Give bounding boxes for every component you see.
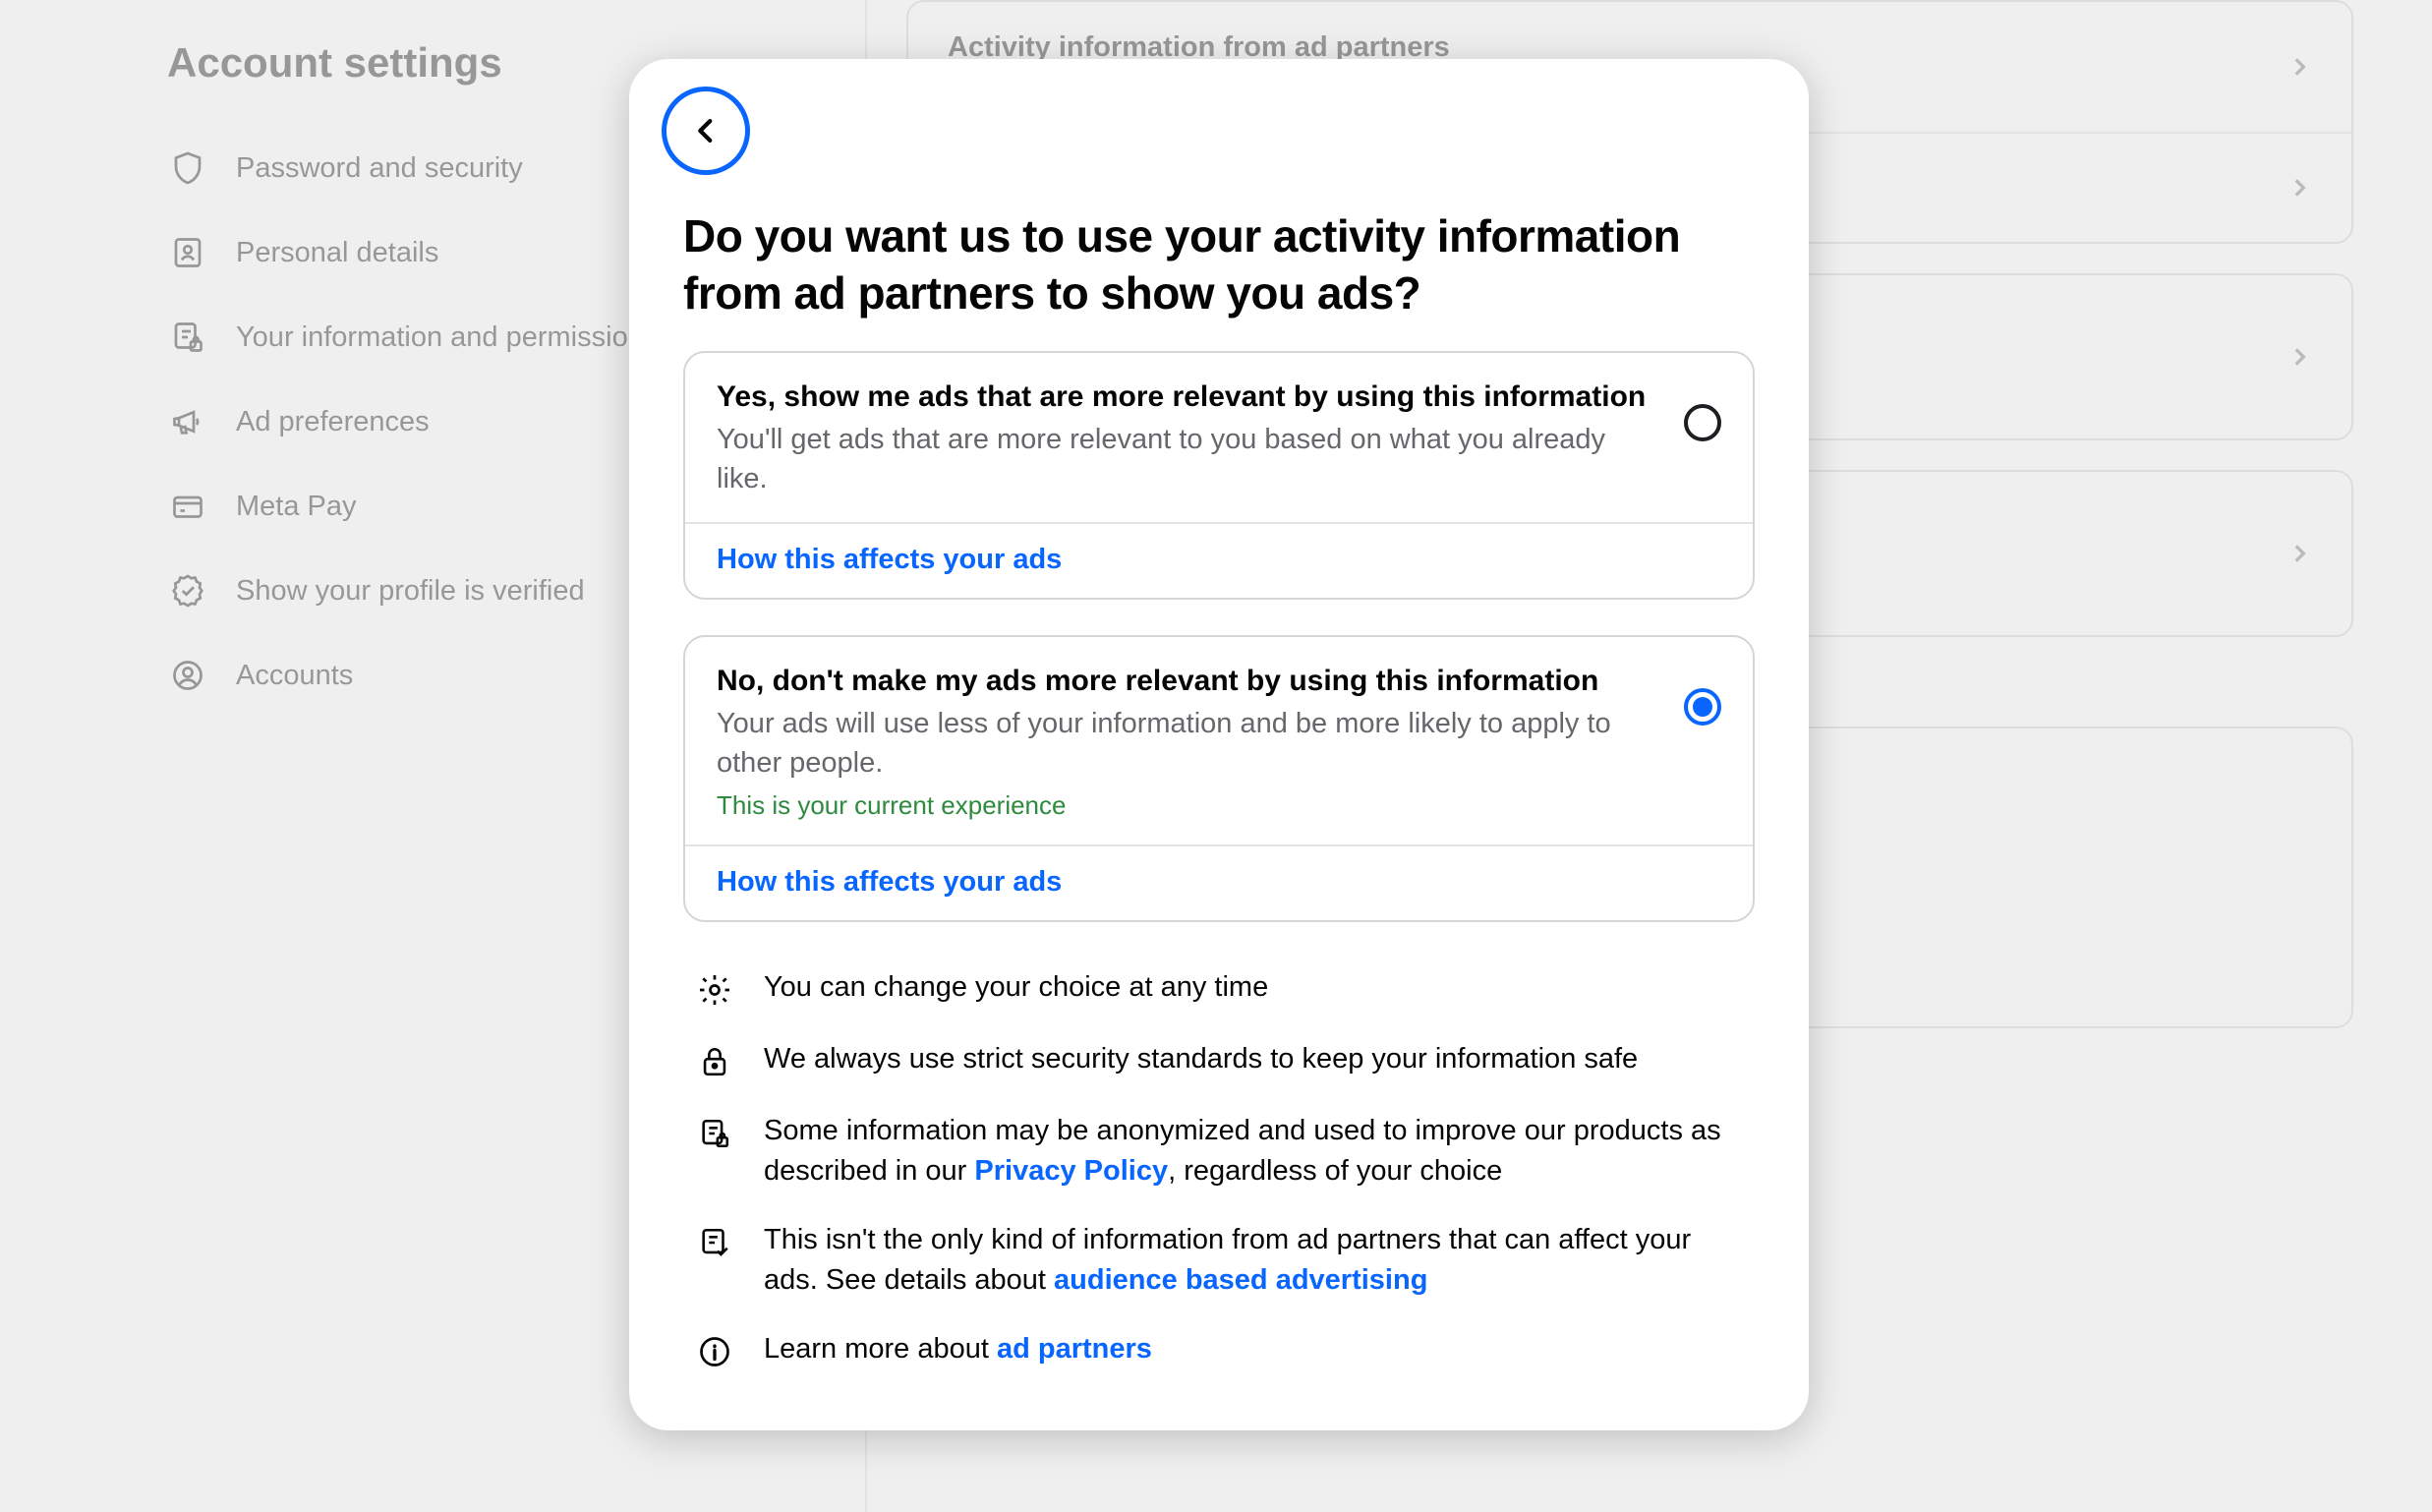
option-link-wrapper: How this affects your ads (685, 846, 1753, 920)
info-item-text: We always use strict security standards … (764, 1039, 1638, 1079)
option-card-yes: Yes, show me ads that are more relevant … (683, 351, 1755, 600)
info-item-anonymized: Some information may be anonymized and u… (695, 1111, 1743, 1191)
audience-ads-link[interactable]: audience based advertising (1054, 1264, 1427, 1296)
option-title: No, don't make my ads more relevant by u… (717, 665, 1654, 698)
how-affects-link[interactable]: How this affects your ads (717, 866, 1062, 898)
how-affects-link[interactable]: How this affects your ads (717, 544, 1062, 575)
info-item-change: You can change your choice at any time (695, 967, 1743, 1010)
chevron-left-icon (689, 114, 723, 147)
option-sub: Your ads will use less of your informati… (717, 704, 1654, 783)
document-check-icon (695, 1223, 734, 1262)
info-item-text: You can change your choice at any time (764, 967, 1268, 1008)
ad-partners-modal: Do you want us to use your activity info… (629, 59, 1809, 1430)
radio-yes[interactable] (1684, 404, 1721, 441)
info-item-text: This isn't the only kind of information … (764, 1220, 1743, 1300)
info-item-security: We always use strict security standards … (695, 1039, 1743, 1081)
option-yes[interactable]: Yes, show me ads that are more relevant … (685, 353, 1753, 524)
option-sub: You'll get ads that are more relevant to… (717, 420, 1654, 498)
document-shield-icon (695, 1114, 734, 1153)
info-list: You can change your choice at any time W… (683, 958, 1755, 1371)
lock-icon (695, 1042, 734, 1081)
info-item-text: Some information may be anonymized and u… (764, 1111, 1743, 1191)
back-button[interactable] (662, 87, 750, 175)
option-title: Yes, show me ads that are more relevant … (717, 380, 1654, 414)
current-experience-label: This is your current experience (717, 790, 1654, 821)
info-item-learn-more: Learn more about ad partners (695, 1329, 1743, 1371)
radio-no[interactable] (1684, 688, 1721, 726)
option-link-wrapper: How this affects your ads (685, 524, 1753, 598)
info-icon (695, 1332, 734, 1371)
info-item-audience: This isn't the only kind of information … (695, 1220, 1743, 1300)
modal-title: Do you want us to use your activity info… (683, 208, 1755, 321)
gear-icon (695, 970, 734, 1010)
ad-partners-link[interactable]: ad partners (997, 1333, 1152, 1365)
info-item-text: Learn more about ad partners (764, 1329, 1152, 1369)
option-no[interactable]: No, don't make my ads more relevant by u… (685, 637, 1753, 846)
option-card-no: No, don't make my ads more relevant by u… (683, 635, 1755, 922)
privacy-policy-link[interactable]: Privacy Policy (974, 1155, 1168, 1187)
